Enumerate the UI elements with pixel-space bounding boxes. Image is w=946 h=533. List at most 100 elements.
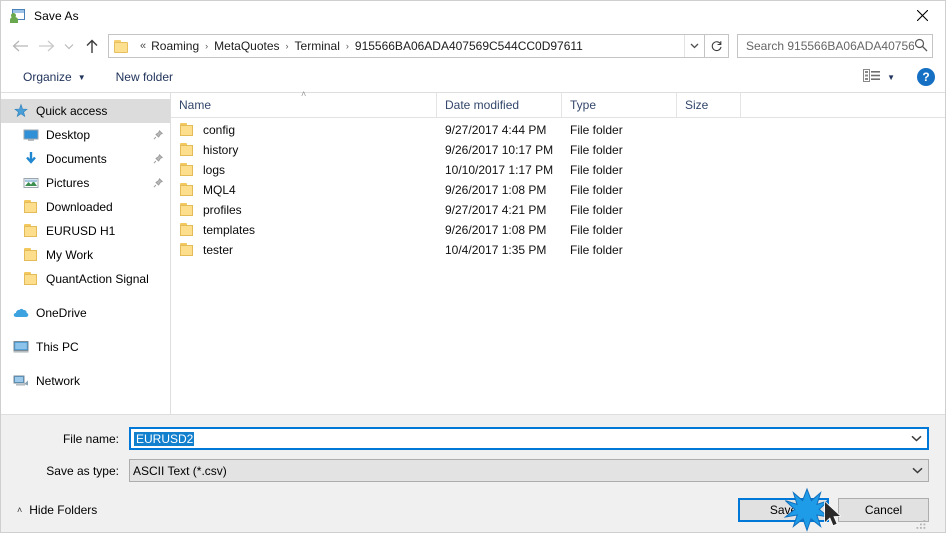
organize-button[interactable]: Organize ▼ <box>15 67 94 87</box>
breadcrumb-item-metaquotes[interactable]: MetaQuotes <box>214 39 279 53</box>
folder-icon <box>179 202 195 218</box>
sidebar-item-quantaction-signal[interactable]: QuantAction Signal <box>1 267 170 291</box>
table-row[interactable]: MQL4 9/26/2017 1:08 PM File folder <box>171 180 945 200</box>
cancel-label: Cancel <box>864 502 903 517</box>
search-box[interactable] <box>737 34 933 58</box>
sidebar-item-label: Quick access <box>36 104 108 118</box>
sidebar-item-my-work[interactable]: My Work <box>1 243 170 267</box>
sidebar-item-onedrive[interactable]: OneDrive <box>1 301 170 325</box>
pin-icon[interactable] <box>152 178 164 188</box>
search-input[interactable] <box>746 39 914 53</box>
hide-folders-button[interactable]: ˄ Hide Folders <box>17 503 97 517</box>
file-name-input[interactable]: EURUSD2 <box>131 431 905 446</box>
folder-icon <box>179 142 195 158</box>
sidebar-item-label: Documents <box>46 152 107 166</box>
file-name: templates <box>203 223 256 237</box>
file-date: 9/26/2017 1:08 PM <box>445 223 547 237</box>
file-type: File folder <box>570 123 623 137</box>
sidebar-item-label: My Work <box>46 248 94 262</box>
network-icon <box>13 373 29 389</box>
sidebar-item-label: OneDrive <box>36 306 87 320</box>
chevron-right-icon[interactable]: › <box>199 41 214 51</box>
file-name-combobox[interactable]: EURUSD2 <box>129 427 929 450</box>
file-type: File folder <box>570 183 623 197</box>
table-row[interactable]: logs 10/10/2017 1:17 PM File folder <box>171 160 945 180</box>
sidebar-item-label: Network <box>36 374 81 388</box>
breadcrumb-dropdown-icon[interactable] <box>684 35 704 57</box>
file-type: File folder <box>570 203 623 217</box>
breadcrumb-overflow[interactable]: « <box>135 40 151 52</box>
save-as-type-combobox[interactable]: ASCII Text (*.csv) <box>129 459 929 482</box>
sidebar-item-downloaded[interactable]: Downloaded <box>1 195 170 219</box>
recent-locations-icon[interactable] <box>59 33 79 59</box>
table-row[interactable]: templates 9/26/2017 1:08 PM File folder <box>171 220 945 240</box>
search-icon[interactable] <box>914 38 928 55</box>
title-bar: Save As <box>1 1 945 30</box>
column-label: Date modified <box>445 98 520 112</box>
sidebar-item-quick-access[interactable]: Quick access <box>1 99 170 123</box>
folder-icon <box>23 199 39 215</box>
view-layout-icon <box>863 69 881 85</box>
pin-icon[interactable] <box>152 130 164 140</box>
chevron-down-icon[interactable] <box>905 435 927 442</box>
chevron-right-icon[interactable]: › <box>340 41 355 51</box>
dialog-body: Quick access Desktop Documents Pictures … <box>1 89 945 414</box>
file-list-pane: ˄ Name Date modified Type Size config 9/… <box>171 89 945 414</box>
sidebar-item-network[interactable]: Network <box>1 369 170 393</box>
sort-ascending-icon: ˄ <box>301 89 307 99</box>
chevron-down-icon: ▼ <box>887 72 895 82</box>
star-icon <box>13 103 29 119</box>
breadcrumb[interactable]: « Roaming › MetaQuotes › Terminal › 9155… <box>108 34 705 58</box>
help-button[interactable]: ? <box>917 68 935 86</box>
table-row[interactable]: config 9/27/2017 4:44 PM File folder <box>171 120 945 140</box>
save-as-type-row: Save as type: ASCII Text (*.csv) <box>17 459 929 482</box>
save-as-type-label: Save as type: <box>46 463 119 478</box>
chevron-down-icon: ▼ <box>77 72 86 82</box>
sidebar-item-desktop[interactable]: Desktop <box>1 123 170 147</box>
save-button[interactable]: Save <box>738 497 829 522</box>
sidebar-item-pictures[interactable]: Pictures <box>1 171 170 195</box>
folder-icon <box>179 222 195 238</box>
column-header-date-modified[interactable]: Date modified <box>437 93 562 117</box>
hide-folders-label: Hide Folders <box>29 502 98 517</box>
chevron-right-icon[interactable]: › <box>280 41 295 51</box>
column-headers: ˄ Name Date modified Type Size <box>171 89 945 118</box>
breadcrumb-item-terminal[interactable]: Terminal <box>295 39 340 53</box>
sidebar-item-this-pc[interactable]: This PC <box>1 335 170 359</box>
refresh-button[interactable] <box>705 34 729 58</box>
breadcrumb-item-current[interactable]: 915566BA06ADA407569C544CC0D97611 <box>355 39 583 53</box>
sidebar-item-eurusd-h1[interactable]: EURUSD H1 <box>1 219 170 243</box>
file-type: File folder <box>570 223 623 237</box>
file-name: MQL4 <box>203 183 236 197</box>
column-header-type[interactable]: Type <box>562 93 677 117</box>
table-row[interactable]: profiles 9/27/2017 4:21 PM File folder <box>171 200 945 220</box>
close-icon[interactable] <box>899 1 945 30</box>
file-name: config <box>203 123 236 137</box>
column-header-name[interactable]: ˄ Name <box>171 89 437 117</box>
breadcrumb-item-roaming[interactable]: Roaming <box>151 39 199 53</box>
column-header-filler <box>741 93 945 117</box>
thispc-icon <box>13 339 29 355</box>
forward-button[interactable] <box>33 33 59 59</box>
new-folder-button[interactable]: New folder <box>108 67 181 87</box>
column-label: Size <box>685 98 709 112</box>
up-button[interactable] <box>79 33 105 59</box>
resize-grip[interactable] <box>915 518 927 530</box>
save-as-type-value: ASCII Text (*.csv) <box>133 463 227 478</box>
window-title: Save As <box>34 8 79 23</box>
pin-icon[interactable] <box>152 154 164 164</box>
back-button[interactable] <box>7 33 33 59</box>
chevron-down-icon[interactable] <box>906 467 928 474</box>
folder-icon <box>179 242 195 258</box>
sidebar-item-label: Desktop <box>46 128 91 142</box>
table-row[interactable]: tester 10/4/2017 1:35 PM File folder <box>171 240 945 260</box>
change-view-button[interactable]: ▼ <box>857 66 901 88</box>
folder-icon <box>179 122 195 138</box>
sidebar-item-label: Pictures <box>46 176 90 190</box>
onedrive-icon <box>13 305 29 321</box>
sidebar-item-label: EURUSD H1 <box>46 224 116 238</box>
column-header-size[interactable]: Size <box>677 93 741 117</box>
table-row[interactable]: history 9/26/2017 10:17 PM File folder <box>171 140 945 160</box>
sidebar-item-label: QuantAction Signal <box>46 272 149 286</box>
sidebar-item-documents[interactable]: Documents <box>1 147 170 171</box>
